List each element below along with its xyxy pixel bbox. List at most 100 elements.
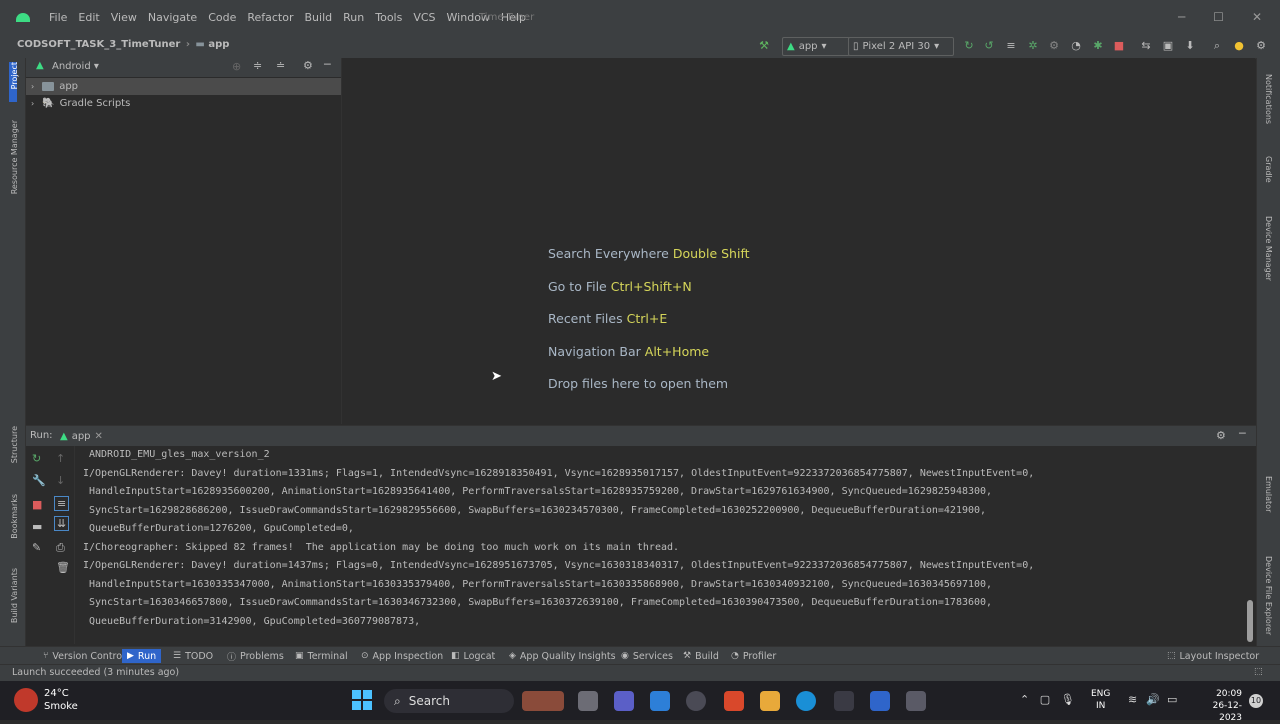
device-manager-tool-button[interactable]: Device Manager	[1264, 216, 1273, 281]
weather-icon[interactable]	[14, 688, 38, 712]
menu-run[interactable]: Run	[338, 11, 370, 24]
tab-app-quality-insights[interactable]: ◈ App Quality Insights	[504, 649, 621, 663]
security-icon[interactable]: ▢	[1040, 693, 1050, 706]
task-view-icon[interactable]	[578, 691, 598, 711]
console-scrollbar[interactable]	[1247, 600, 1253, 642]
dell-app-icon[interactable]	[686, 691, 706, 711]
gear-icon[interactable]: ⚙	[303, 59, 313, 72]
edge-browser-icon[interactable]	[796, 691, 816, 711]
tab-terminal[interactable]: ▣ Terminal	[290, 649, 353, 663]
tab-logcat[interactable]: ◧ Logcat	[446, 649, 500, 663]
tab-app-inspection[interactable]: ⊙ App Inspection	[356, 649, 448, 663]
taskbar-search[interactable]: ⌕ Search	[384, 689, 514, 713]
breadcrumb-project[interactable]: CODSOFT_TASK_3_TimeTuner	[17, 39, 180, 50]
bookmarks-tool-button[interactable]: Bookmarks	[10, 494, 19, 539]
tab-version-control[interactable]: ⑂ Version Control	[38, 649, 130, 663]
hammer-icon[interactable]: ⚒	[757, 39, 771, 53]
profile-icon[interactable]: ◔	[1069, 39, 1083, 53]
menu-build[interactable]: Build	[300, 11, 339, 24]
status-message[interactable]: Launch succeeded (3 minutes ago)	[12, 667, 179, 678]
menu-view[interactable]: View	[106, 11, 143, 24]
ide-status-icon[interactable]: ●	[1232, 39, 1246, 53]
tab-services[interactable]: ◉ Services	[616, 649, 678, 663]
tab-profiler[interactable]: ◔ Profiler	[726, 649, 781, 663]
wifi-icon[interactable]: ≋	[1128, 693, 1137, 706]
tab-run[interactable]: ▶ Run	[122, 649, 162, 663]
device-manager-icon[interactable]: ▣	[1161, 39, 1175, 53]
sync-gradle-icon[interactable]: ⇆	[1139, 39, 1153, 53]
menu-refactor[interactable]: Refactor	[242, 11, 299, 24]
mail-app-icon[interactable]	[650, 691, 670, 711]
gradle-tool-button[interactable]: Gradle	[1264, 156, 1273, 183]
notification-badge[interactable]: 10	[1249, 694, 1263, 708]
snipping-tool-icon[interactable]	[906, 691, 926, 711]
layout-icon[interactable]: ▬	[32, 520, 42, 533]
weather-widget[interactable]: 24°C Smoke	[44, 687, 78, 713]
menu-edit[interactable]: Edit	[73, 11, 105, 24]
run-config-select[interactable]: ▲ app ▾	[782, 37, 850, 56]
status-widget-icon[interactable]: ⬚	[1254, 667, 1263, 677]
settings-icon[interactable]: ⚙	[1254, 39, 1268, 53]
expand-all-icon[interactable]: ≑	[253, 59, 262, 72]
apply-changes-icon[interactable]: ↺	[982, 39, 996, 53]
scroll-to-end-icon[interactable]: ⇊	[54, 516, 70, 531]
tab-problems[interactable]: ⓘ Problems	[222, 649, 289, 663]
run-console[interactable]: ANDROID_EMU_gles_max_version_2 I/OpenGLR…	[75, 446, 1245, 644]
resource-manager-tool-button[interactable]: Resource Manager	[10, 120, 19, 194]
emulator-tool-button[interactable]: Emulator	[1264, 476, 1273, 512]
teams-app-icon[interactable]	[614, 691, 634, 711]
input-language[interactable]: ENG IN	[1091, 688, 1110, 712]
rerun-icon[interactable]: ↻	[32, 452, 41, 465]
menu-vcs[interactable]: VCS	[408, 11, 441, 24]
device-select[interactable]: ▯ Pixel 2 API 30 ▾	[848, 37, 954, 56]
wrench-icon[interactable]: 🔧	[32, 474, 46, 487]
maximize-icon[interactable]: ☐	[1213, 10, 1224, 24]
hide-panel-icon[interactable]: ─	[324, 58, 331, 71]
project-tool-button[interactable]: Project	[10, 62, 19, 89]
device-file-explorer-tool-button[interactable]: Device File Explorer	[1264, 556, 1273, 635]
android-studio-taskbar-icon[interactable]	[870, 691, 890, 711]
list-icon[interactable]: ≡	[1004, 39, 1018, 53]
menu-navigate[interactable]: Navigate	[143, 11, 203, 24]
tab-todo[interactable]: ☰ TODO	[168, 649, 218, 663]
app-e-icon[interactable]	[834, 691, 854, 711]
search-icon[interactable]: ⌕	[1210, 39, 1224, 53]
structure-tool-button[interactable]: Structure	[10, 426, 19, 463]
attach-debugger-icon[interactable]: ✱	[1091, 39, 1105, 53]
project-view-select[interactable]: Android ▾	[52, 61, 99, 72]
scroll-up-icon[interactable]: ↑	[56, 452, 65, 465]
rerun-icon[interactable]: ↻	[962, 39, 976, 53]
menu-code[interactable]: Code	[203, 11, 242, 24]
soft-wrap-icon[interactable]: ≡	[54, 496, 70, 511]
scroll-down-icon[interactable]: ↓	[56, 474, 65, 487]
widgets-app-icon[interactable]	[522, 691, 564, 711]
tree-item-app[interactable]: › app	[26, 78, 341, 95]
chevron-up-icon[interactable]: ⌃	[1020, 693, 1029, 706]
debug-icon[interactable]: ✲	[1026, 39, 1040, 53]
tree-item-gradle-scripts[interactable]: › 🐘 Gradle Scripts	[26, 95, 341, 112]
print-icon[interactable]: ⎙	[56, 541, 65, 555]
stop-icon[interactable]: ■	[32, 498, 42, 511]
menu-file[interactable]: File	[44, 11, 73, 24]
office-app-icon[interactable]	[724, 691, 744, 711]
stop-icon[interactable]: ■	[1112, 39, 1126, 53]
editor-area[interactable]: Search Everywhere Double Shift Go to File…	[342, 58, 1255, 424]
battery-icon[interactable]: ▭	[1167, 693, 1177, 706]
collapse-all-icon[interactable]: ≐	[276, 59, 285, 72]
system-clock[interactable]: 20:09 26-12-2023	[1192, 688, 1242, 724]
trash-icon[interactable]: 🗑	[56, 561, 70, 574]
attach-icon[interactable]: ⚙	[1047, 39, 1061, 53]
build-variants-tool-button[interactable]: Build Variants	[10, 568, 19, 623]
pin-icon[interactable]: ✎	[32, 541, 41, 554]
sdk-manager-icon[interactable]: ⬇	[1183, 39, 1197, 53]
breadcrumb-module[interactable]: app	[208, 39, 229, 50]
windows-start-icon[interactable]	[352, 690, 372, 710]
tab-layout-inspector[interactable]: ⬚ Layout Inspector	[1162, 649, 1264, 663]
microphone-icon[interactable]: 🎙	[1061, 693, 1075, 706]
close-icon[interactable]: ✕	[1252, 10, 1262, 24]
hide-panel-icon[interactable]: ─	[1239, 427, 1246, 440]
run-tab-app[interactable]: ▲ app ✕	[60, 426, 103, 448]
menu-tools[interactable]: Tools	[370, 11, 408, 24]
tab-build[interactable]: ⚒ Build	[678, 649, 724, 663]
close-tab-icon[interactable]: ✕	[95, 431, 103, 442]
